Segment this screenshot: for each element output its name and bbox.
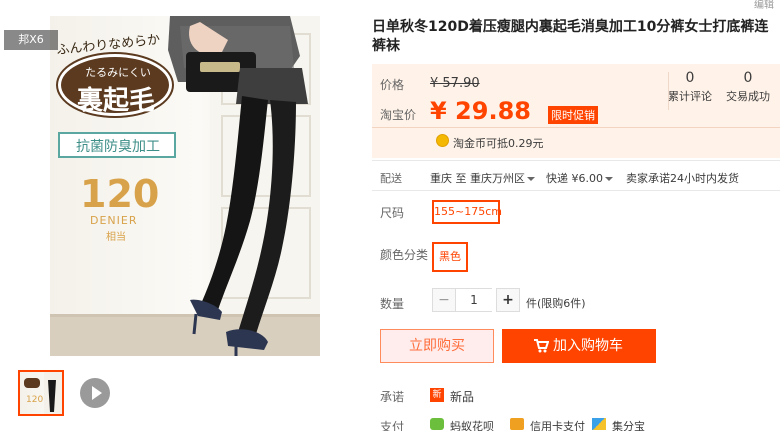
payment-method-jifenbao[interactable]: 集分宝: [612, 418, 645, 431]
buy-now-label: 立即购买: [409, 338, 465, 354]
separator: [372, 160, 780, 161]
size-option-text: 155~175cm: [434, 205, 502, 218]
quantity-input[interactable]: 1: [456, 288, 492, 312]
quantity-label: 数量: [380, 297, 405, 311]
shipping-destination: 重庆万州区: [470, 172, 525, 185]
denier-note: 相当: [106, 232, 126, 243]
stat-transactions-label: 交易成功: [726, 90, 770, 103]
promo-price: ¥ 29.88: [430, 97, 531, 125]
shipping-method: 快递: [546, 172, 568, 185]
quantity-decrease-button[interactable]: −: [432, 288, 456, 312]
main-product-image[interactable]: ふんわりなめらか たるみにくい 裏起毛 抗菌防臭加工 120 DENIER 相当: [50, 16, 320, 356]
jifenbao-icon: [592, 418, 606, 430]
stat-reviews-label: 累计评论: [668, 90, 712, 103]
payment-method-huabei[interactable]: 蚂蚁花呗: [450, 418, 494, 431]
cart-icon: [534, 339, 549, 353]
price-box-divider: [372, 127, 780, 128]
promo-tag: 限时促销: [548, 106, 598, 124]
stat-reviews[interactable]: 0 累计评论: [662, 69, 718, 104]
buy-now-button[interactable]: 立即购买: [380, 329, 494, 363]
stat-reviews-count: 0: [685, 70, 695, 86]
promo-price-label: 淘宝价: [380, 108, 417, 122]
add-to-cart-label: 加入购物车: [553, 338, 623, 354]
payment-label: 支付: [380, 420, 405, 431]
shipping-label: 配送: [380, 172, 402, 185]
size-label: 尺码: [380, 206, 405, 220]
size-option-selected[interactable]: 155~175cm: [432, 200, 502, 224]
svg-text:120: 120: [26, 395, 43, 405]
shipping-method-select[interactable]: 快递 ¥6.00: [546, 170, 613, 186]
credit-card-icon: [510, 418, 524, 430]
color-option-text: 黑色: [439, 250, 461, 263]
thumbnail-image: 120: [24, 372, 62, 414]
coin-discount-text: 淘金币可抵0.29元: [453, 137, 544, 150]
thumbnail-overlay-text: 邦X6: [4, 30, 58, 50]
huabei-icon: [430, 418, 444, 430]
chevron-down-icon: [527, 177, 535, 181]
color-label: 颜色分类: [380, 248, 429, 262]
thumbnail-1[interactable]: 120: [18, 370, 64, 416]
payment-method-credit-card[interactable]: 信用卡支付: [530, 418, 585, 431]
shipping-fee: ¥6.00: [571, 172, 604, 185]
quantity-increase-button[interactable]: +: [496, 288, 520, 312]
chevron-down-icon: [605, 177, 613, 181]
product-title: 日单秋冬120D着压瘦腿内裏起毛消臭加工10分裤女士打底裤连裤袜: [372, 19, 769, 54]
coin-icon: [436, 134, 449, 147]
badge-mid-text: たるみにくい: [85, 66, 151, 79]
new-item-badge: 新: [430, 388, 444, 402]
original-price: ¥ 57.90: [430, 76, 480, 91]
video-play-icon[interactable]: [80, 378, 110, 408]
shipping-promise: 卖家承诺24小时内发货: [626, 172, 739, 185]
separator: [372, 190, 780, 191]
color-option-selected[interactable]: 黑色: [432, 242, 468, 272]
edit-link[interactable]: 编辑: [754, 0, 774, 11]
stat-transactions-count: 0: [743, 70, 753, 86]
product-info-panel: 编辑 日单秋冬120D着压瘦腿内裏起毛消臭加工10分裤女士打底裤连裤袜 价格 ¥…: [372, 0, 780, 431]
badge-sub-text: 抗菌防臭加工: [76, 139, 160, 155]
quantity-limit: 件(限购6件): [526, 297, 586, 310]
shipping-from: 重庆 至: [430, 172, 467, 185]
stat-transactions[interactable]: 0 交易成功: [720, 69, 776, 104]
original-price-label: 价格: [380, 78, 405, 92]
denier-unit: DENIER: [90, 214, 138, 227]
promise-label: 承诺: [380, 390, 405, 404]
add-to-cart-button[interactable]: 加入购物车: [502, 329, 656, 363]
badge-main-text: 裏起毛: [76, 86, 155, 116]
price-box: 价格 ¥ 57.90 淘宝价 ¥ 29.88 限时促销 0 累计评论 0 交易成…: [372, 64, 780, 158]
shipping-destination-select[interactable]: 重庆万州区: [470, 170, 535, 186]
denier-value: 120: [80, 172, 160, 216]
promise-text[interactable]: 新品: [450, 388, 474, 405]
